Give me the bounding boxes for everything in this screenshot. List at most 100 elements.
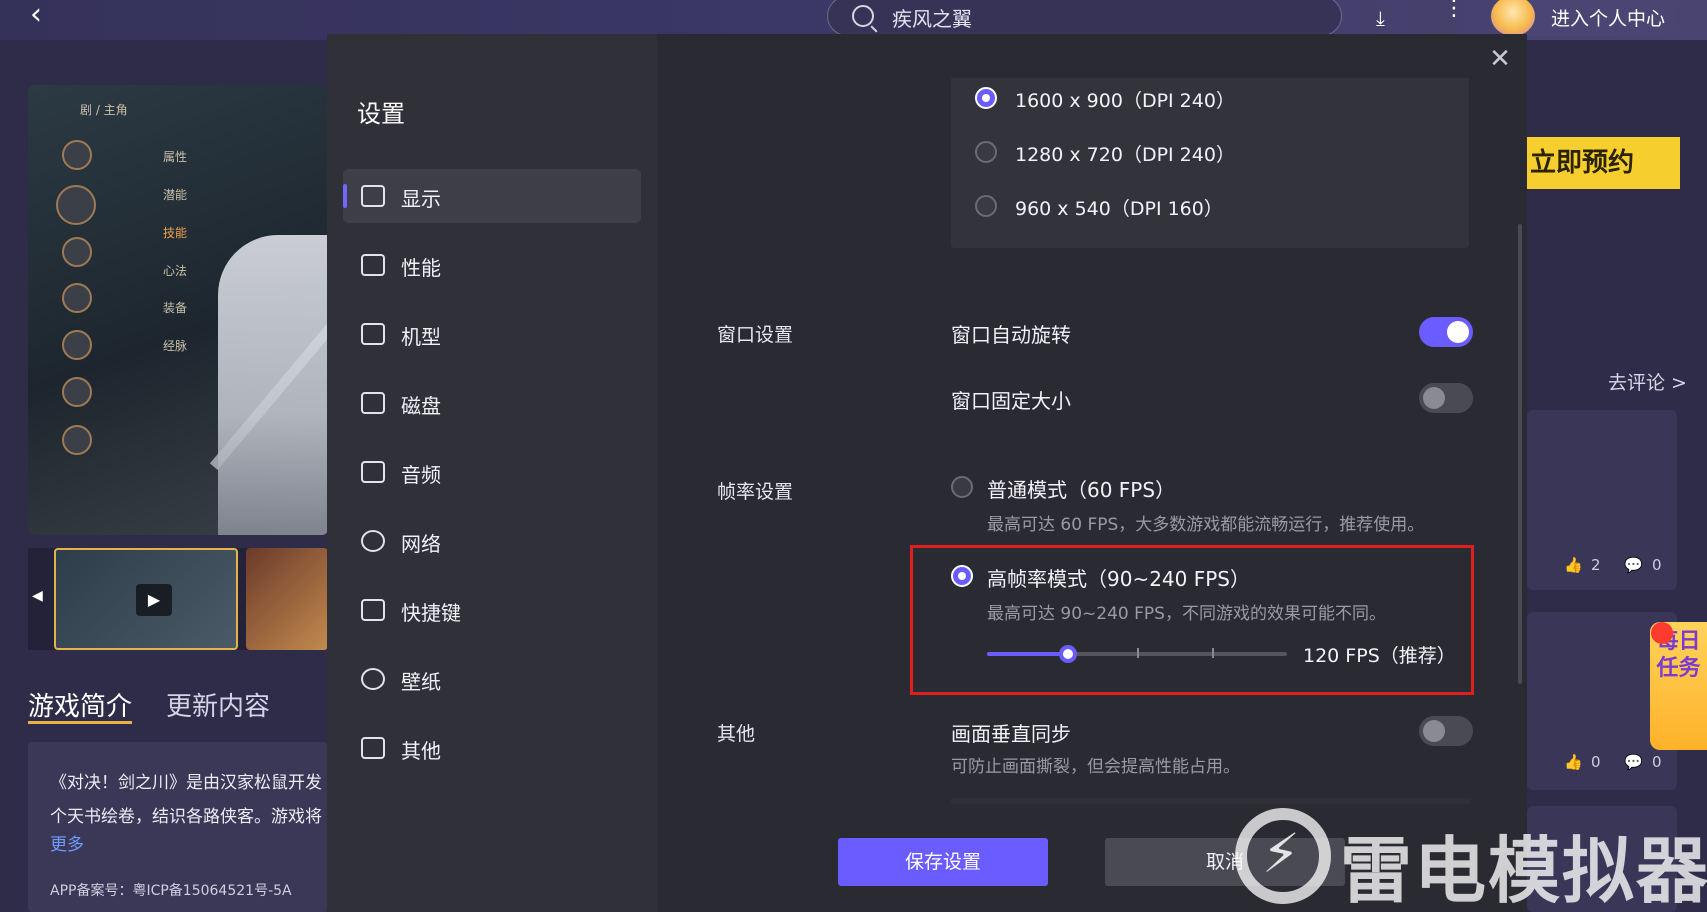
vsync-desc: 可防止画面撕裂，但会提高性能占用。 — [951, 757, 1240, 777]
game-menu-item: 属性 — [163, 150, 188, 164]
reserve-button[interactable]: 立即预约 — [1520, 137, 1680, 189]
nav-display[interactable]: 显示 — [343, 169, 641, 223]
normal-fps-desc: 最高可达 60 FPS，大多数游戏都能流畅运行，推荐使用。 — [987, 515, 1425, 535]
like-count: 0 — [1591, 753, 1601, 771]
more-link[interactable]: 更多 — [50, 830, 84, 855]
slider-fill — [987, 652, 1068, 656]
slider-handle[interactable] — [1059, 645, 1077, 663]
image-thumbnail[interactable] — [246, 548, 328, 650]
intro-text: 《对决！剑之川》是由汉家松鼠开发 个天书绘卷，结识各路侠客。游戏将 — [50, 766, 340, 834]
resolution-label: 1280 x 720（DPI 240） — [1015, 144, 1235, 166]
nav-label: 显示 — [401, 187, 441, 211]
nav-label: 网络 — [401, 532, 441, 556]
comment-icon[interactable]: 💬 — [1624, 556, 1643, 574]
vsync-label: 画面垂直同步 — [951, 722, 1071, 746]
game-menu-header: 剧 / 主角 — [80, 103, 128, 117]
intro-card: 《对决！剑之川》是由汉家松鼠开发 个天书绘卷，结识各路侠客。游戏将 更多 APP… — [28, 742, 328, 912]
save-button[interactable]: 保存设置 — [838, 838, 1048, 886]
comment-count: 0 — [1652, 556, 1662, 574]
vsync-toggle[interactable] — [1419, 716, 1473, 746]
normal-fps-radio[interactable] — [951, 476, 973, 498]
search-input[interactable]: 疾风之翼 — [827, 0, 1342, 36]
gamepad-icon — [361, 461, 385, 483]
keyboard-icon — [361, 599, 385, 621]
resolution-radio[interactable] — [975, 195, 997, 217]
fps-section-label: 帧率设置 — [717, 481, 794, 503]
fixed-size-toggle[interactable] — [1419, 383, 1473, 413]
high-fps-desc: 最高可达 90~240 FPS，不同游戏的效果可能不同。 — [987, 604, 1386, 624]
game-avatar-dot — [62, 237, 92, 267]
intro-line: 《对决！剑之川》是由汉家松鼠开发 — [50, 773, 322, 793]
game-menu-item: 心法 — [163, 264, 188, 278]
nav-device-model[interactable]: 机型 — [343, 307, 641, 361]
nav-label: 音频 — [401, 463, 441, 487]
nav-performance[interactable]: 性能 — [343, 238, 641, 292]
intro-line: 个天书绘卷，结识各路侠客。游戏将 — [50, 807, 322, 827]
thumbs-up-icon[interactable]: 👍 — [1564, 753, 1583, 771]
game-avatar-dot — [62, 425, 92, 455]
thumbs-up-icon[interactable]: 👍 — [1564, 556, 1583, 574]
search-icon — [852, 5, 874, 27]
tab-intro[interactable]: 游戏简介 — [28, 686, 132, 723]
pulse-icon — [361, 254, 385, 276]
prev-arrow-icon[interactable]: ◀ — [32, 588, 43, 604]
window-section-label: 窗口设置 — [717, 324, 794, 346]
nav-audio[interactable]: 音频 — [343, 445, 641, 499]
monitor-icon — [361, 185, 385, 207]
auto-rotate-toggle[interactable] — [1419, 317, 1473, 347]
tab-underline — [28, 721, 132, 724]
other-section-label: 其他 — [717, 723, 756, 745]
tab-update[interactable]: 更新内容 — [166, 686, 270, 723]
nav-label: 磁盘 — [401, 394, 441, 418]
nav-label: 快捷键 — [401, 601, 461, 625]
slider-tick — [1212, 648, 1214, 658]
comment-icon[interactable]: 💬 — [1624, 753, 1643, 771]
game-menu-item: 装备 — [163, 301, 188, 315]
settings-modal: 设置 显示 性能 机型 磁盘 音频 网络 快捷键 壁纸 其他 ✕ 1600 x … — [327, 34, 1527, 912]
nav-other[interactable]: 其他 — [343, 721, 641, 775]
game-menu-item: 经脉 — [163, 339, 188, 353]
icp-text: APP备案号：粤ICP备15064521号-5A — [50, 883, 292, 899]
nav-network[interactable]: 网络 — [343, 514, 641, 568]
grid-icon — [361, 737, 385, 759]
resolution-radio[interactable] — [975, 141, 997, 163]
user-center-label: 进入个人中心 — [1551, 8, 1666, 30]
device-icon — [361, 323, 385, 345]
avatar — [1491, 0, 1535, 36]
nav-disk[interactable]: 磁盘 — [343, 376, 641, 430]
fps-slider[interactable] — [987, 645, 1287, 663]
game-menu-item: 潜能 — [163, 188, 188, 202]
nav-wallpaper[interactable]: 壁纸 — [343, 652, 641, 706]
high-fps-radio[interactable] — [951, 565, 973, 587]
more-menu-icon[interactable]: ⋮ — [1443, 0, 1465, 20]
slider-tick — [1137, 648, 1139, 658]
normal-fps-label: 普通模式（60 FPS） — [987, 478, 1176, 502]
resolution-label: 1600 x 900（DPI 240） — [1015, 90, 1235, 112]
game-avatar-dot — [62, 377, 92, 407]
resolution-radio[interactable] — [975, 87, 997, 109]
game-character — [218, 235, 328, 535]
auto-rotate-label: 窗口自动旋转 — [951, 323, 1071, 347]
user-center-button[interactable]: 进入个人中心 — [1489, 0, 1679, 36]
nav-shortcuts[interactable]: 快捷键 — [343, 583, 641, 637]
play-icon[interactable]: ▶ — [136, 584, 172, 616]
comment-link[interactable]: 去评论 > — [1608, 368, 1687, 395]
scroll-fade — [951, 798, 1471, 804]
like-count: 2 — [1591, 556, 1601, 574]
nav-label: 其他 — [401, 739, 441, 763]
close-icon[interactable]: ✕ — [1485, 44, 1515, 74]
search-text: 疾风之翼 — [892, 7, 972, 31]
resolution-label: 960 x 540（DPI 160） — [1015, 198, 1223, 220]
game-screenshot[interactable]: 剧 / 主角 属性 潜能 技能 心法 装备 经脉 — [28, 85, 328, 535]
bolt-icon: ⚡ — [1262, 822, 1300, 885]
video-thumbnail[interactable]: ▶ — [54, 548, 238, 650]
game-avatar-dot — [56, 185, 96, 225]
game-avatar-dot — [62, 283, 92, 313]
download-icon[interactable]: ⤓ — [1376, 6, 1398, 30]
scrollbar[interactable] — [1518, 224, 1522, 684]
nav-label: 壁纸 — [401, 670, 441, 694]
back-icon[interactable]: ‹ — [30, 0, 60, 32]
game-avatar-dot — [62, 330, 92, 360]
settings-sidebar: 设置 显示 性能 机型 磁盘 音频 网络 快捷键 壁纸 其他 — [327, 34, 657, 912]
high-fps-label: 高帧率模式（90~240 FPS） — [987, 567, 1250, 591]
